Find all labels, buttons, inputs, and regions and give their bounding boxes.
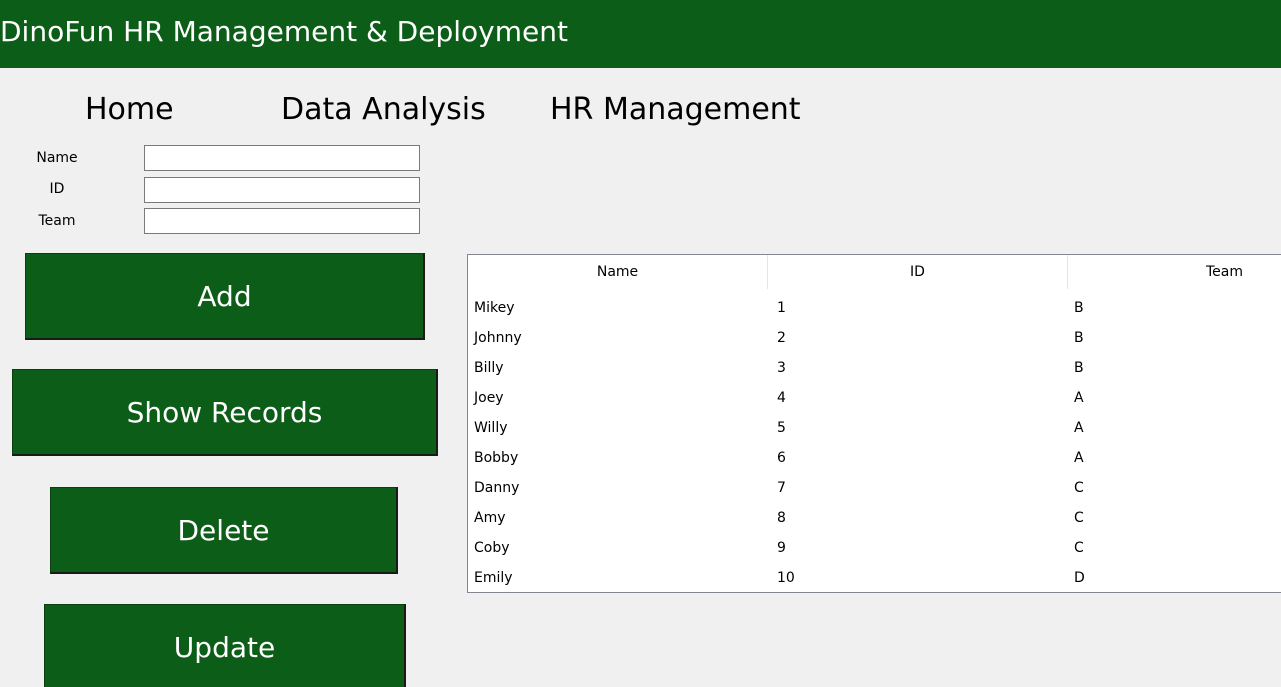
add-button[interactable]: Add	[25, 253, 425, 340]
cell-team: A	[1074, 420, 1084, 436]
team-input[interactable]	[144, 208, 420, 234]
cell-name: Bobby	[474, 450, 519, 466]
cell-name: Johnny	[474, 330, 522, 346]
table-row[interactable]: Mikey 1 B	[468, 289, 1281, 319]
nav-data-analysis[interactable]: Data Analysis	[281, 88, 486, 132]
cell-name: Joey	[474, 390, 504, 406]
cell-team: A	[1074, 450, 1084, 466]
name-input[interactable]	[144, 145, 420, 171]
table-row[interactable]: Coby 9 C	[468, 529, 1281, 559]
cell-id: 4	[777, 390, 786, 406]
table-row[interactable]: Amy 8 C	[468, 499, 1281, 529]
column-header-name[interactable]: Name	[468, 255, 768, 289]
cell-team: C	[1074, 510, 1084, 526]
cell-name: Emily	[474, 570, 513, 586]
app-window: DinoFun HR Management & Deployment Home …	[0, 0, 1281, 687]
id-label: ID	[49, 181, 65, 197]
table-row[interactable]: Danny 7 C	[468, 469, 1281, 499]
table-row[interactable]: Joey 4 A	[468, 379, 1281, 409]
cell-team: B	[1074, 360, 1084, 376]
cell-team: C	[1074, 540, 1084, 556]
nav-home[interactable]: Home	[85, 88, 174, 132]
delete-button[interactable]: Delete	[50, 487, 398, 574]
name-label: Name	[36, 150, 78, 166]
table-header: Name ID Team	[468, 255, 1281, 289]
table-row[interactable]: Bobby 6 A	[468, 439, 1281, 469]
cell-id: 2	[777, 330, 786, 346]
cell-id: 5	[777, 420, 786, 436]
app-title: DinoFun HR Management & Deployment	[0, 15, 568, 48]
cell-team: B	[1074, 330, 1084, 346]
cell-id: 3	[777, 360, 786, 376]
update-button[interactable]: Update	[44, 604, 406, 687]
cell-id: 1	[777, 300, 786, 316]
cell-name: Amy	[474, 510, 506, 526]
cell-team: D	[1074, 570, 1085, 586]
cell-id: 6	[777, 450, 786, 466]
column-header-id[interactable]: ID	[768, 255, 1068, 289]
cell-team: C	[1074, 480, 1084, 496]
table-body: Mikey 1 B Johnny 2 B Billy 3 B Joey 4 A Willy 5 A …	[468, 289, 1281, 589]
cell-name: Mikey	[474, 300, 515, 316]
cell-name: Coby	[474, 540, 510, 556]
app-title-bar: DinoFun HR Management & Deployment	[0, 0, 1281, 68]
cell-id: 7	[777, 480, 786, 496]
cell-team: A	[1074, 390, 1084, 406]
cell-id: 8	[777, 510, 786, 526]
team-label: Team	[38, 213, 76, 229]
cell-id: 10	[777, 570, 795, 586]
table-row[interactable]: Emily 10 D	[468, 559, 1281, 589]
table-row[interactable]: Billy 3 B	[468, 349, 1281, 379]
table-row[interactable]: Johnny 2 B	[468, 319, 1281, 349]
column-header-team[interactable]: Team	[1068, 255, 1281, 289]
id-input[interactable]	[144, 177, 420, 203]
cell-team: B	[1074, 300, 1084, 316]
cell-id: 9	[777, 540, 786, 556]
cell-name: Willy	[474, 420, 508, 436]
nav-hr-management[interactable]: HR Management	[550, 88, 801, 132]
cell-name: Danny	[474, 480, 520, 496]
table-row[interactable]: Willy 5 A	[468, 409, 1281, 439]
records-table[interactable]: Name ID Team Mikey 1 B Johnny 2 B Billy 3 B Jo…	[467, 254, 1281, 593]
show-records-button[interactable]: Show Records	[12, 369, 438, 456]
cell-name: Billy	[474, 360, 504, 376]
